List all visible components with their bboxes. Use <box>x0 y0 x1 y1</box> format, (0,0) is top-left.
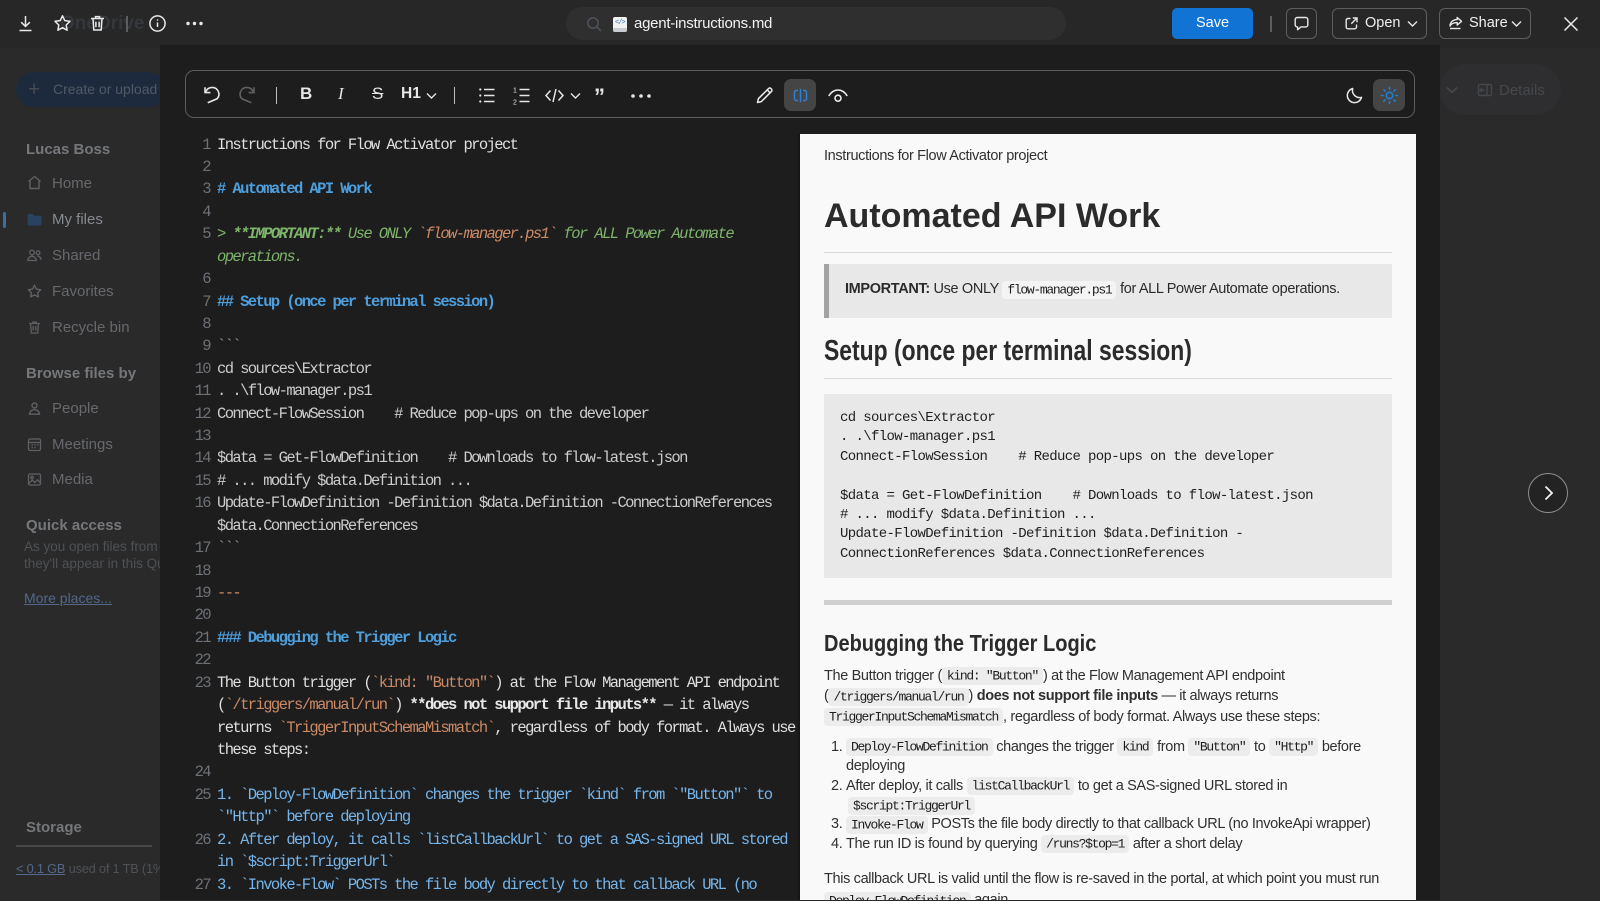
svg-text:2: 2 <box>513 100 517 107</box>
svg-text:1: 1 <box>513 88 517 95</box>
